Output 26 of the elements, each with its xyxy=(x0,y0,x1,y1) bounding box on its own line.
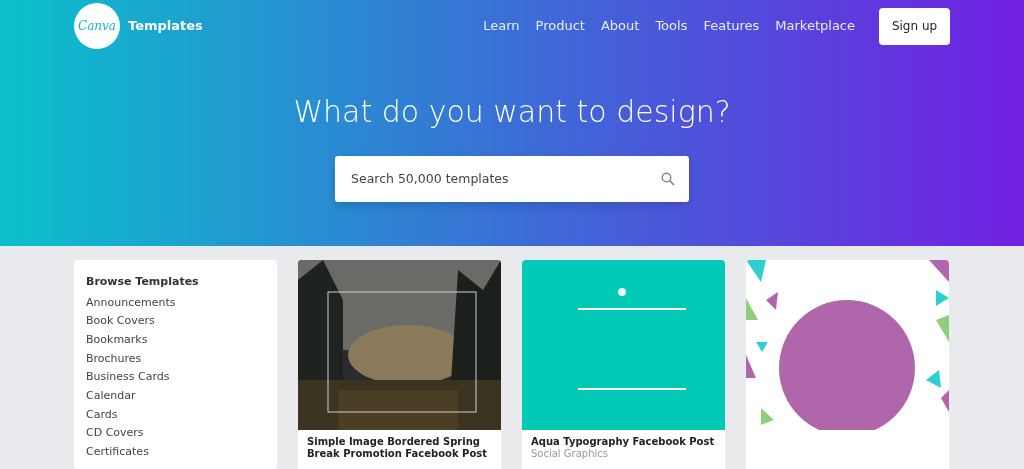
nav-link[interactable]: Learn xyxy=(483,16,520,36)
sidebar-link[interactable]: CD Covers xyxy=(86,424,265,444)
nav-link[interactable]: About xyxy=(600,16,640,36)
hero-heading: What do you want to design? xyxy=(292,93,732,131)
nav-link[interactable]: Marketplace xyxy=(775,16,855,36)
nav-link[interactable]: Tools xyxy=(655,16,688,36)
nav-link[interactable]: Product xyxy=(535,16,585,36)
sidebar-link[interactable]: Announcements xyxy=(86,293,265,313)
search-field[interactable]: Search 50,000 templates xyxy=(335,156,689,202)
sidebar-link[interactable]: Book Covers xyxy=(86,312,265,331)
template-card[interactable]: Aqua Typography Facebook Post Social Graphics xyxy=(522,260,725,469)
search-icon xyxy=(661,172,675,186)
sidebar-link[interactable]: Calendar xyxy=(86,387,265,406)
nav-link[interactable]: Features xyxy=(703,16,760,36)
sidebar-link[interactable]: Business Cards xyxy=(86,368,265,387)
template-title: Aqua Typography Facebook Post xyxy=(530,435,716,448)
template-card[interactable] xyxy=(746,260,949,469)
signup-button[interactable]: Sign up xyxy=(879,7,950,45)
sidebar-link[interactable]: Brochures xyxy=(86,349,265,369)
template-title: Simple Image Bordered Spring Break Promotion Facebook Post xyxy=(306,435,488,460)
sidebar-link[interactable]: Certificates xyxy=(86,443,265,462)
sidebar-title: Browse Templates xyxy=(86,274,200,290)
sidebar-link[interactable]: Cards xyxy=(86,405,265,425)
template-category: Social Graphics xyxy=(530,448,609,460)
template-card[interactable]: Simple Image Bordered Spring Break Promotion Facebook Post xyxy=(298,260,501,469)
sidebar-link[interactable]: Bookmarks xyxy=(86,330,265,350)
